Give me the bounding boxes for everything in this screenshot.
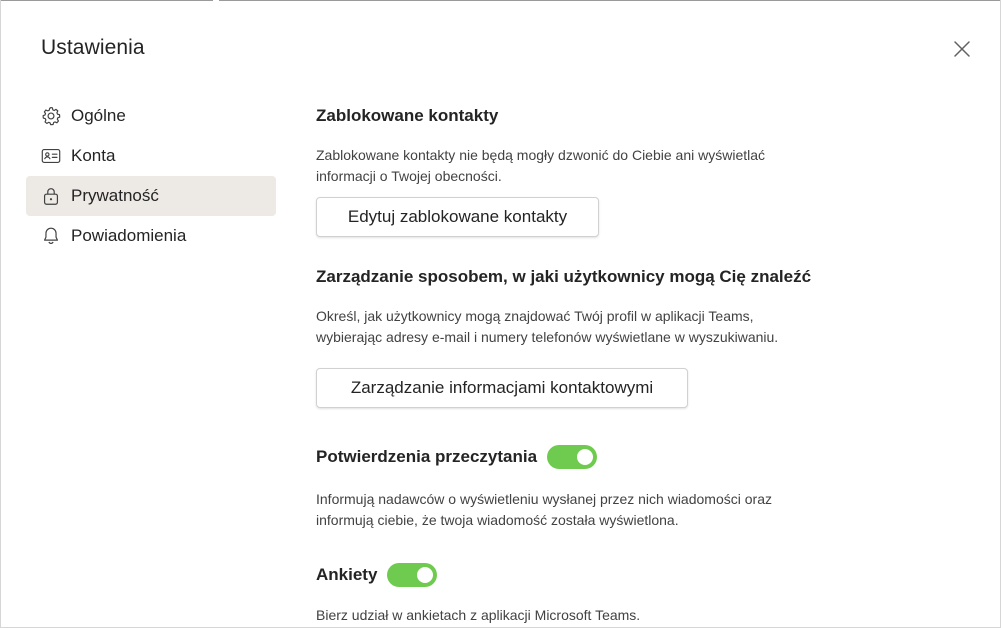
window-top-border — [1, 0, 1000, 1]
sidebar-item-label: Prywatność — [71, 186, 159, 205]
dialog-title: Ustawienia — [41, 36, 145, 59]
close-button[interactable] — [947, 34, 977, 64]
discoverability-description: Określ, jak użytkownicy mogą znajdować T… — [316, 308, 779, 345]
close-icon — [954, 41, 970, 57]
surveys-row: Ankiety — [316, 563, 438, 587]
toggle-knob — [417, 567, 434, 583]
sidebar-item-notifications[interactable]: Powiadomienia — [26, 216, 276, 256]
sidebar-item-general[interactable]: Ogólne — [26, 96, 276, 136]
edit-blocked-contacts-button[interactable]: Edytuj zablokowane kontakty — [316, 197, 599, 237]
blocked-contacts-description: Zablokowane kontakty nie będą mogły dzwo… — [316, 147, 766, 184]
manage-contact-info-button[interactable]: Zarządzanie informacjami kontaktowymi — [316, 368, 688, 408]
read-receipts-row: Potwierdzenia przeczytania — [316, 445, 598, 469]
sidebar-item-accounts[interactable]: Konta — [26, 136, 276, 176]
read-receipts-toggle[interactable] — [547, 445, 598, 469]
discoverability-heading: Zarządzanie sposobem, w jaki użytkownicy… — [316, 267, 812, 286]
id-card-icon — [40, 145, 62, 167]
lock-icon — [40, 185, 62, 207]
window-top-border-gap — [213, 0, 219, 1]
settings-dialog: Ustawienia Ogólne Konta Prywatność Powia… — [0, 0, 1001, 628]
sidebar-item-label: Ogólne — [71, 106, 126, 125]
gear-icon — [40, 105, 62, 127]
blocked-contacts-heading: Zablokowane kontakty — [316, 106, 499, 125]
sidebar-item-label: Konta — [71, 146, 116, 165]
read-receipts-label: Potwierdzenia przeczytania — [316, 447, 538, 466]
toggle-knob — [577, 449, 594, 465]
settings-sidebar: Ogólne Konta Prywatność Powiadomienia — [26, 96, 276, 256]
bell-icon — [40, 225, 62, 247]
surveys-description: Bierz udział w ankietach z aplikacji Mic… — [316, 607, 641, 623]
read-receipts-description: Informują nadawców o wyświetleniu wysłan… — [316, 491, 772, 528]
surveys-label: Ankiety — [316, 565, 378, 584]
sidebar-item-label: Powiadomienia — [71, 226, 187, 245]
surveys-toggle[interactable] — [387, 563, 438, 587]
sidebar-item-privacy[interactable]: Prywatność — [26, 176, 276, 216]
